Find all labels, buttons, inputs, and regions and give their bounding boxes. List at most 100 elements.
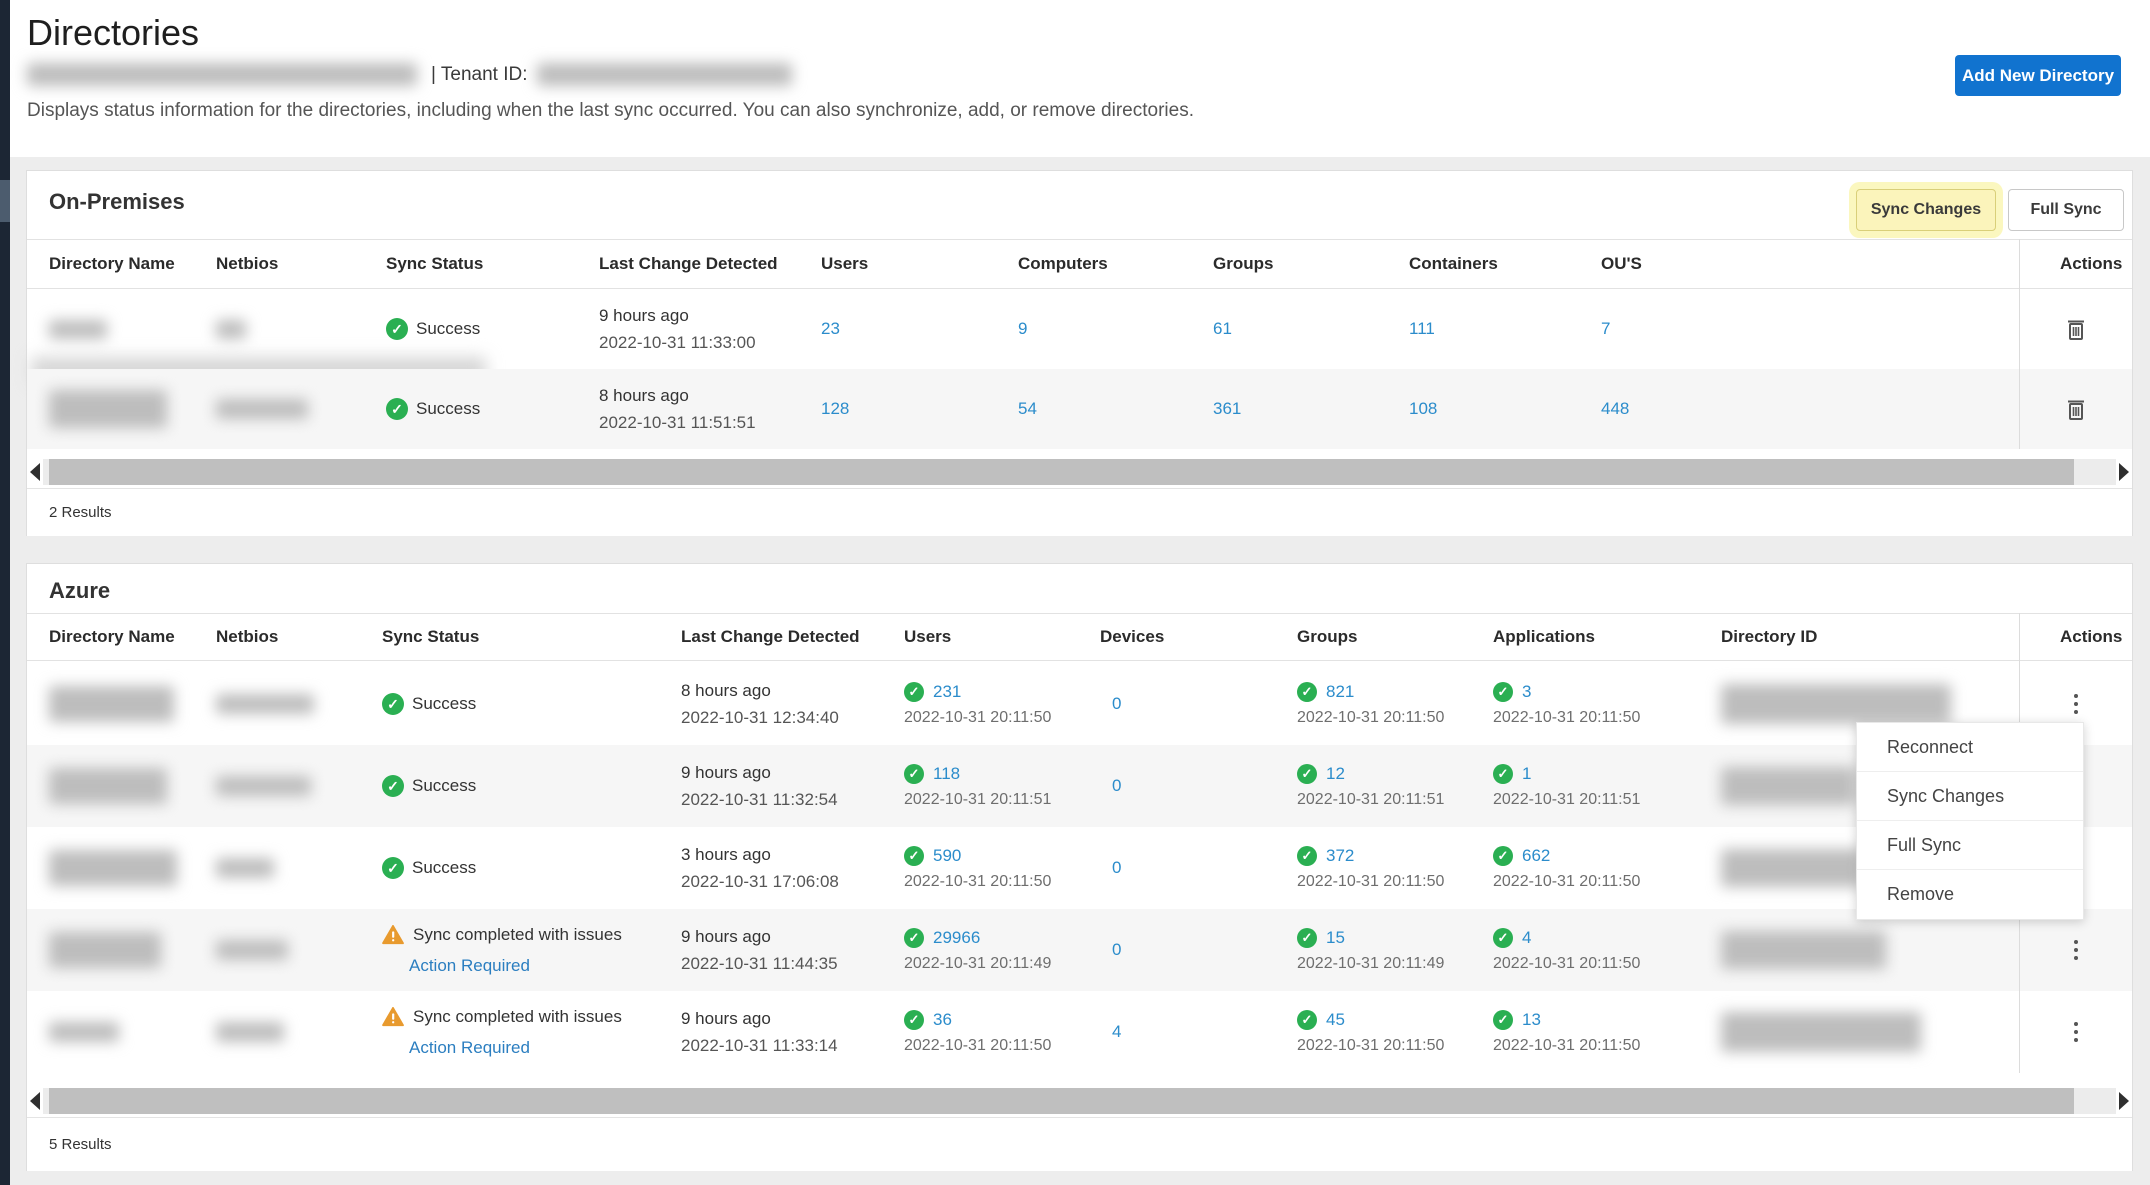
- results-count: 2 Results: [49, 504, 112, 521]
- action-required-link[interactable]: Action Required: [409, 956, 530, 976]
- users-count-link[interactable]: 128: [821, 399, 849, 419]
- users-count-link[interactable]: 36: [933, 1010, 952, 1030]
- table-row: ✓ Success 8 hours ago 2022-10-31 11:51:5…: [27, 369, 2132, 449]
- sync-changes-button[interactable]: Sync Changes: [1856, 189, 1996, 231]
- redacted-directory-id: [1721, 684, 1951, 724]
- add-new-directory-button[interactable]: Add New Directory: [1955, 55, 2121, 96]
- applications-count-link[interactable]: 3: [1522, 682, 1531, 702]
- success-check-icon: ✓: [1493, 682, 1513, 702]
- computers-count-link[interactable]: 54: [1018, 399, 1037, 419]
- users-count-link[interactable]: 29966: [933, 928, 980, 948]
- success-check-icon: ✓: [1297, 764, 1317, 784]
- redacted-tenant-id: [537, 63, 792, 86]
- redacted-netbios: [216, 776, 311, 796]
- horizontal-scrollbar: [27, 1085, 2132, 1117]
- warning-icon: [382, 1007, 404, 1027]
- delete-directory-button[interactable]: [2066, 397, 2086, 421]
- success-check-icon: ✓: [904, 846, 924, 866]
- sidebar-active-indicator[interactable]: [0, 180, 10, 222]
- column-header-groups: Groups: [1213, 254, 1273, 274]
- groups-count-link[interactable]: 821: [1326, 682, 1354, 702]
- tenant-info: | Tenant ID:: [27, 63, 792, 86]
- success-check-icon: ✓: [386, 318, 408, 340]
- users-count-link[interactable]: 590: [933, 846, 961, 866]
- users-count-link[interactable]: 231: [933, 682, 961, 702]
- groups-count-link[interactable]: 12: [1326, 764, 1345, 784]
- containers-count-link[interactable]: 111: [1409, 319, 1435, 339]
- last-change-time: 2022-10-31 12:34:40: [681, 708, 839, 728]
- scroll-right-arrow-icon[interactable]: [2119, 463, 2129, 481]
- scrollbar-thumb[interactable]: [49, 1088, 2074, 1114]
- scroll-right-arrow-icon[interactable]: [2119, 1092, 2129, 1110]
- last-change-relative: 9 hours ago: [681, 927, 771, 947]
- menu-item-full-sync[interactable]: Full Sync: [1857, 821, 2083, 870]
- devices-count-link[interactable]: 0: [1112, 694, 1121, 714]
- applications-sync-date: 2022-10-31 20:11:50: [1493, 1037, 1640, 1055]
- scroll-left-arrow-icon[interactable]: [30, 463, 40, 481]
- action-required-link[interactable]: Action Required: [409, 1038, 530, 1058]
- redacted-netbios: [216, 1022, 284, 1042]
- scroll-left-arrow-icon[interactable]: [30, 1092, 40, 1110]
- sync-status-text: Sync completed with issues: [413, 1007, 622, 1027]
- ous-count-link[interactable]: 7: [1601, 319, 1610, 339]
- column-header-users: Users: [904, 627, 951, 647]
- devices-count-link[interactable]: 0: [1112, 776, 1121, 796]
- menu-item-reconnect[interactable]: Reconnect: [1857, 723, 2083, 772]
- computers-count-link[interactable]: 9: [1018, 319, 1027, 339]
- row-menu-button[interactable]: [2068, 934, 2084, 966]
- redacted-netbios: [216, 940, 288, 960]
- groups-count-link[interactable]: 15: [1326, 928, 1345, 948]
- containers-count-link[interactable]: 108: [1409, 399, 1437, 419]
- groups-count-link[interactable]: 361: [1213, 399, 1241, 419]
- scrollbar-thumb[interactable]: [49, 459, 2074, 485]
- table-row: Sync completed with issues Action Requir…: [27, 991, 2132, 1073]
- applications-count-link[interactable]: 4: [1522, 928, 1531, 948]
- sync-status-text: Success: [412, 858, 476, 878]
- success-check-icon: ✓: [386, 398, 408, 420]
- groups-count-link[interactable]: 45: [1326, 1010, 1345, 1030]
- applications-sync-date: 2022-10-31 20:11:50: [1493, 873, 1640, 891]
- on-premises-section: On-Premises Sync Changes Full Sync Direc…: [26, 170, 2133, 536]
- column-header-netbios: Netbios: [216, 627, 278, 647]
- delete-directory-button[interactable]: [2066, 317, 2086, 341]
- redacted-directory-id: [1721, 931, 1886, 969]
- applications-count-link[interactable]: 1: [1522, 764, 1531, 784]
- sync-status-text: Success: [416, 319, 480, 339]
- page-description: Displays status information for the dire…: [27, 100, 1194, 122]
- row-menu-button[interactable]: [2068, 1016, 2084, 1048]
- devices-count-link[interactable]: 0: [1112, 940, 1121, 960]
- last-change-time: 2022-10-31 17:06:08: [681, 872, 839, 892]
- devices-count-link[interactable]: 4: [1112, 1022, 1121, 1042]
- table-row: Sync completed with issues Action Requir…: [27, 909, 2132, 991]
- applications-count-link[interactable]: 13: [1522, 1010, 1541, 1030]
- users-count-link[interactable]: 23: [821, 319, 840, 339]
- users-count-link[interactable]: 118: [933, 764, 960, 784]
- groups-count-link[interactable]: 61: [1213, 319, 1232, 339]
- sync-status-text: Success: [416, 399, 480, 419]
- last-change-time: 2022-10-31 11:44:35: [681, 954, 838, 974]
- table-row: ✓ Success 9 hours ago 2022-10-31 11:32:5…: [27, 745, 2132, 827]
- redacted-directory-name: [49, 320, 107, 339]
- row-menu-button[interactable]: [2068, 688, 2084, 720]
- applications-count-link[interactable]: 662: [1522, 846, 1550, 866]
- last-change-time: 2022-10-31 11:33:14: [681, 1036, 838, 1056]
- menu-item-sync-changes[interactable]: Sync Changes: [1857, 772, 2083, 821]
- app-sidebar-edge: [0, 0, 10, 1185]
- devices-count-link[interactable]: 0: [1112, 858, 1121, 878]
- menu-item-remove[interactable]: Remove: [1857, 870, 2083, 919]
- full-sync-button[interactable]: Full Sync: [2008, 189, 2124, 231]
- last-change-relative: 8 hours ago: [599, 386, 689, 406]
- row-context-menu: Reconnect Sync Changes Full Sync Remove: [1856, 722, 2084, 920]
- ous-count-link[interactable]: 448: [1601, 399, 1629, 419]
- last-change-time: 2022-10-31 11:32:54: [681, 790, 838, 810]
- table-row: ✓ Success 8 hours ago 2022-10-31 12:34:4…: [27, 663, 2132, 745]
- tenant-id-label: | Tenant ID:: [431, 64, 527, 86]
- azure-section: Azure Directory Name Netbios Sync Status…: [26, 563, 2133, 1171]
- groups-count-link[interactable]: 372: [1326, 846, 1354, 866]
- success-check-icon: ✓: [1297, 846, 1317, 866]
- column-header-sync-status: Sync Status: [382, 627, 479, 647]
- redacted-netbios: [216, 399, 308, 419]
- trash-icon: [2066, 317, 2086, 341]
- trash-icon: [2066, 397, 2086, 421]
- on-premises-title: On-Premises: [49, 189, 185, 215]
